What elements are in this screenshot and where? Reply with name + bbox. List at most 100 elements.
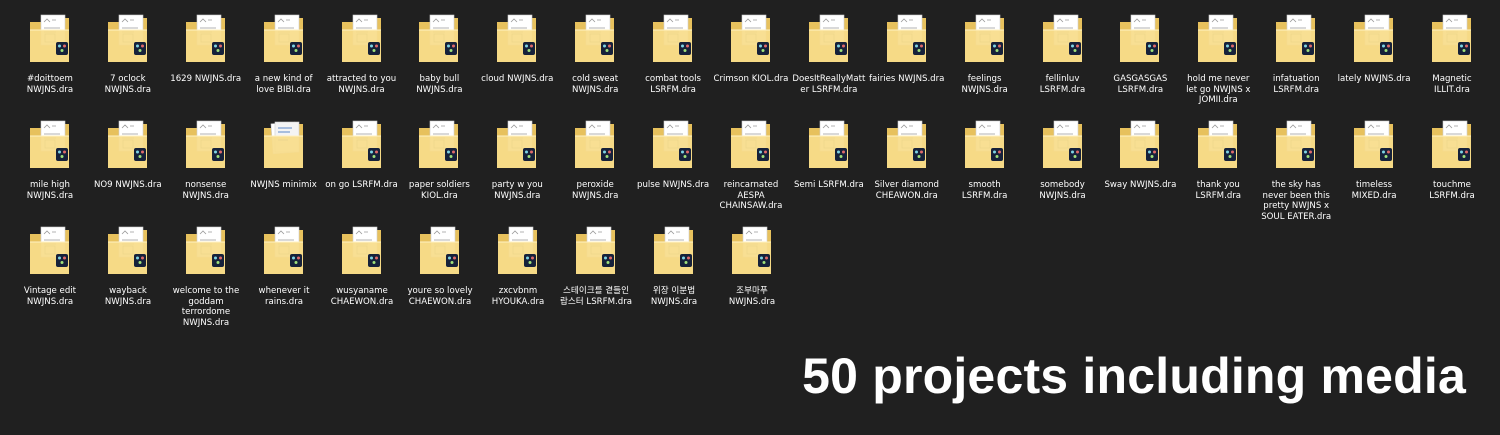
project-folder-icon bbox=[1118, 12, 1162, 68]
project-folder-icon bbox=[729, 118, 773, 174]
file-name-label: mile high NWJNS.dra bbox=[26, 180, 74, 201]
project-file-item[interactable]: the sky has never been this pretty NWJNS… bbox=[1257, 114, 1335, 222]
file-name-label: cloud NWJNS.dra bbox=[481, 74, 554, 84]
project-folder-icon bbox=[1352, 12, 1396, 68]
project-file-item[interactable]: Silver diamond CHEAWON.dra bbox=[868, 114, 946, 220]
project-file-item[interactable]: thank you LSRFM.dra bbox=[1179, 114, 1257, 220]
project-folder-icon bbox=[573, 12, 617, 68]
project-file-item[interactable]: hold me never let go NWJNS x JOMII.dra bbox=[1179, 8, 1257, 114]
project-file-item[interactable]: lately NWJNS.dra bbox=[1335, 8, 1413, 114]
project-folder-icon bbox=[495, 12, 539, 68]
project-file-item[interactable]: reincarnated AESPA CHAINSAW.dra bbox=[712, 114, 790, 220]
file-name-label: NWJNS minimix bbox=[250, 180, 317, 190]
project-folder-icon bbox=[963, 12, 1007, 68]
project-file-item[interactable]: peroxide NWJNS.dra bbox=[556, 114, 634, 220]
file-grid: #doittoem NWJNS.dra 7 oclock NWJNS.dra 162… bbox=[11, 8, 1491, 338]
project-file-item[interactable]: cloud NWJNS.dra bbox=[478, 8, 556, 114]
project-file-item[interactable]: wayback NWJNS.dra bbox=[89, 220, 167, 338]
project-folder-icon bbox=[730, 224, 774, 280]
project-file-item[interactable]: infatuation LSRFM.dra bbox=[1257, 8, 1335, 114]
file-name-label: the sky has never been this pretty NWJNS… bbox=[1261, 180, 1332, 222]
project-file-item[interactable]: fairies NWJNS.dra bbox=[868, 8, 946, 114]
project-file-item[interactable]: 1629 NWJNS.dra bbox=[167, 8, 245, 114]
project-file-item[interactable]: 위장 이분법 NWJNS.dra bbox=[635, 220, 713, 338]
project-file-item[interactable]: pulse NWJNS.dra bbox=[634, 114, 712, 220]
caption-text: 50 projects including media bbox=[802, 348, 1466, 404]
project-file-item[interactable]: timeless MIXED.dra bbox=[1335, 114, 1413, 220]
project-file-item[interactable]: touchme LSRFM.dra bbox=[1413, 114, 1491, 220]
file-name-label: 1629 NWJNS.dra bbox=[170, 74, 242, 84]
project-file-item[interactable]: attracted to you NWJNS.dra bbox=[323, 8, 401, 114]
project-folder-icon bbox=[106, 224, 150, 280]
project-folder-icon bbox=[963, 118, 1007, 174]
project-file-item[interactable]: Magnetic ILLIT.dra bbox=[1413, 8, 1491, 114]
project-file-item[interactable]: GASGASGAS LSRFM.dra bbox=[1101, 8, 1179, 114]
project-file-item[interactable]: paper soldiers KIOL.dra bbox=[400, 114, 478, 220]
folder-item[interactable]: NWJNS minimix bbox=[245, 114, 323, 220]
project-folder-icon bbox=[1041, 12, 1085, 68]
project-folder-icon bbox=[340, 12, 384, 68]
project-file-item[interactable]: a new kind of love BIBI.dra bbox=[245, 8, 323, 114]
project-folder-icon bbox=[496, 224, 540, 280]
project-file-item[interactable]: 7 oclock NWJNS.dra bbox=[89, 8, 167, 114]
project-folder-icon bbox=[262, 12, 306, 68]
project-file-item[interactable]: 조부마푸 NWJNS.dra bbox=[713, 220, 791, 338]
file-row: #doittoem NWJNS.dra 7 oclock NWJNS.dra 162… bbox=[11, 8, 1491, 114]
file-name-label: on go LSRFM.dra bbox=[325, 180, 398, 190]
project-folder-icon bbox=[106, 12, 150, 68]
project-file-item[interactable]: whenever it rains.dra bbox=[245, 220, 323, 338]
file-name-label: fairies NWJNS.dra bbox=[869, 74, 945, 84]
file-name-label: zxcvbnm HYOUKA.dra bbox=[491, 286, 545, 307]
file-row: Vintage edit NWJNS.dra wayback NWJNS.dra w… bbox=[11, 220, 1491, 338]
project-folder-icon bbox=[1196, 118, 1240, 174]
project-file-item[interactable]: zxcvbnm HYOUKA.dra bbox=[479, 220, 557, 338]
file-name-label: infatuation LSRFM.dra bbox=[1272, 74, 1320, 95]
file-name-label: Magnetic ILLIT.dra bbox=[1432, 74, 1472, 95]
file-name-label: touchme LSRFM.dra bbox=[1429, 180, 1475, 201]
project-folder-icon bbox=[573, 118, 617, 174]
file-name-label: baby bull NWJNS.dra bbox=[416, 74, 463, 95]
project-file-item[interactable]: feelings NWJNS.dra bbox=[946, 8, 1024, 114]
project-file-item[interactable]: Crimson KIOL.dra bbox=[712, 8, 790, 114]
project-file-item[interactable]: baby bull NWJNS.dra bbox=[400, 8, 478, 114]
project-folder-icon bbox=[28, 118, 72, 174]
project-file-item[interactable]: fellinluv LSRFM.dra bbox=[1024, 8, 1102, 114]
project-file-item[interactable]: Vintage edit NWJNS.dra bbox=[11, 220, 89, 338]
project-file-item[interactable]: party w you NWJNS.dra bbox=[478, 114, 556, 220]
file-name-label: GASGASGAS LSRFM.dra bbox=[1113, 74, 1168, 95]
project-folder-icon bbox=[1430, 118, 1474, 174]
file-name-label: reincarnated AESPA CHAINSAW.dra bbox=[719, 180, 783, 212]
project-folder-icon bbox=[1118, 118, 1162, 174]
project-folder-icon bbox=[1274, 12, 1318, 68]
project-file-item[interactable]: nonsense NWJNS.dra bbox=[167, 114, 245, 220]
project-file-item[interactable]: Sway NWJNS.dra bbox=[1101, 114, 1179, 220]
project-file-item[interactable]: combat tools LSRFM.dra bbox=[634, 8, 712, 114]
project-file-item[interactable]: Semi LSRFM.dra bbox=[790, 114, 868, 220]
project-file-item[interactable]: youre so lovely CHAEWON.dra bbox=[401, 220, 479, 338]
file-name-label: 스테이크를 곁들인 랍스터 LSRFM.dra bbox=[559, 286, 632, 307]
project-file-item[interactable]: mile high NWJNS.dra bbox=[11, 114, 89, 220]
project-file-item[interactable]: cold sweat NWJNS.dra bbox=[556, 8, 634, 114]
project-folder-icon bbox=[184, 224, 228, 280]
file-name-label: wayback NWJNS.dra bbox=[104, 286, 152, 307]
project-file-item[interactable]: welcome to the goddam terrordome NWJNS.d… bbox=[167, 220, 245, 338]
project-file-item[interactable]: somebody NWJNS.dra bbox=[1024, 114, 1102, 220]
project-file-item[interactable]: NO9 NWJNS.dra bbox=[89, 114, 167, 220]
project-file-item[interactable]: 스테이크를 곁들인 랍스터 LSRFM.dra bbox=[557, 220, 635, 338]
file-name-label: a new kind of love BIBI.dra bbox=[254, 74, 313, 95]
project-file-item[interactable]: smooth LSRFM.dra bbox=[946, 114, 1024, 220]
file-name-label: somebody NWJNS.dra bbox=[1039, 180, 1086, 201]
file-name-label: 7 oclock NWJNS.dra bbox=[104, 74, 151, 95]
project-folder-icon bbox=[652, 224, 696, 280]
file-name-label: peroxide NWJNS.dra bbox=[572, 180, 619, 201]
file-name-label: #doittoem NWJNS.dra bbox=[26, 74, 74, 95]
file-name-label: fellinluv LSRFM.dra bbox=[1039, 74, 1086, 95]
project-file-item[interactable]: on go LSRFM.dra bbox=[323, 114, 401, 220]
project-folder-icon bbox=[340, 118, 384, 174]
project-folder-icon bbox=[574, 224, 618, 280]
file-name-label: party w you NWJNS.dra bbox=[491, 180, 543, 201]
project-file-item[interactable]: DoesItReallyMatter LSRFM.dra bbox=[790, 8, 868, 114]
file-name-label: wusyaname CHAEWON.dra bbox=[330, 286, 394, 307]
project-file-item[interactable]: wusyaname CHAEWON.dra bbox=[323, 220, 401, 338]
project-file-item[interactable]: #doittoem NWJNS.dra bbox=[11, 8, 89, 114]
